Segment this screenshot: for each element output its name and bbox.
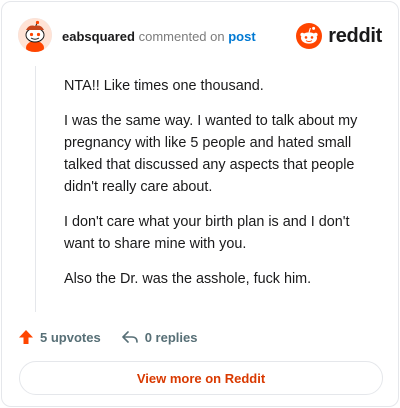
replies-action[interactable]: 0 replies [121,329,198,345]
comment-byline: eabsquared commented on post [62,29,256,45]
reddit-logo-icon [296,23,323,49]
reply-arrow-icon [121,331,138,343]
upvotes-count: 5 upvotes [40,329,101,345]
user-avatar[interactable] [18,18,52,52]
comment-paragraph: I don't care what your birth plan is and… [64,214,350,252]
reddit-wordmark: reddit [328,24,382,47]
username[interactable]: eabsquared [62,29,135,44]
reddit-brand[interactable]: reddit [296,22,382,50]
embedded-comment-card: eabsquared commented on post reddit NTA!… [1,1,399,407]
upvote-arrow-icon [19,330,33,344]
commented-on-label: commented on [138,29,225,44]
comment-actions: 5 upvotes 0 replies [18,327,217,347]
post-link[interactable]: post [228,29,255,44]
view-more-button[interactable]: View more on Reddit [19,361,383,395]
thread-line [35,66,36,312]
comment-body: NTA!! Like times one thousand. I was the… [64,75,374,303]
comment-paragraph: Also the Dr. was the asshole, fuck him. [64,271,312,287]
upvotes-action[interactable]: 5 upvotes [18,329,101,345]
snoo-avatar-icon [18,18,52,52]
comment-paragraph: I was the same way. I wanted to talk abo… [64,113,358,195]
comment-header: eabsquared commented on post reddit [18,18,382,54]
replies-count: 0 replies [144,329,198,345]
comment-paragraph: NTA!! Like times one thousand. [64,78,264,94]
